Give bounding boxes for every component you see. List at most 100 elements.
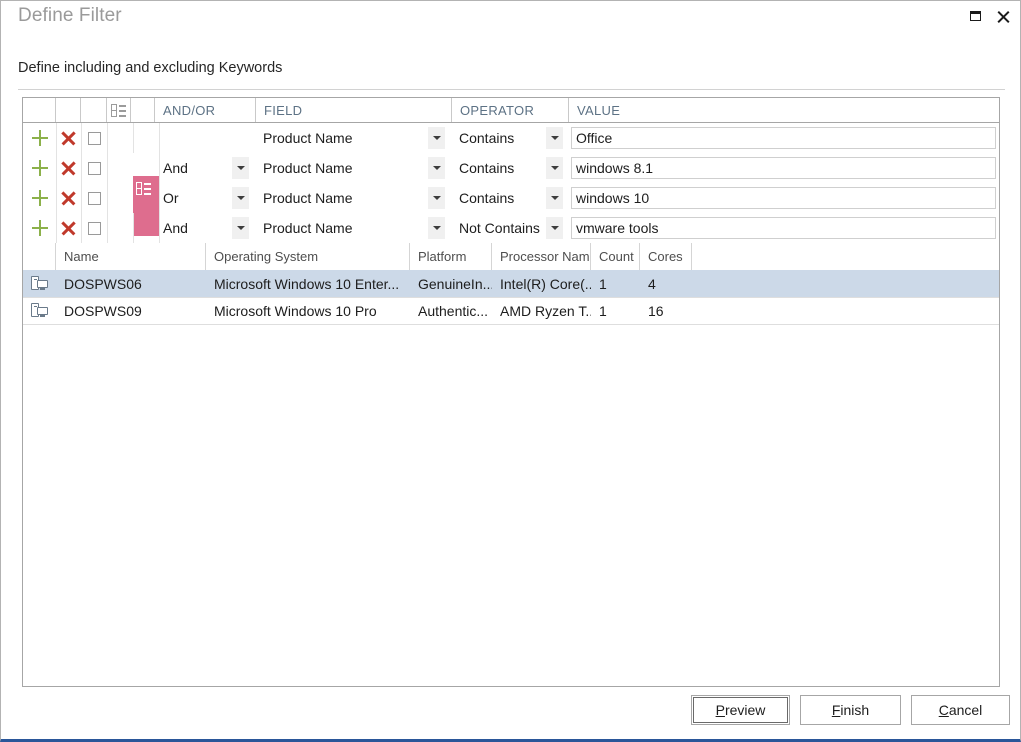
chevron-down-icon[interactable] [232,157,249,179]
table-row[interactable]: DOSPWS06 Microsoft Windows 10 Enter... G… [23,270,999,298]
remove-icon[interactable] [61,221,76,236]
finish-button[interactable]: Finish [800,695,901,725]
operator-dropdown[interactable]: Contains [455,127,563,149]
filter-header-add [23,98,56,122]
maximize-button[interactable] [960,1,990,31]
maximize-icon [969,11,981,21]
chevron-down-icon[interactable] [428,157,445,179]
row-checkbox[interactable] [87,191,101,205]
chevron-down-icon[interactable] [546,217,563,239]
filter-remove-cell[interactable] [56,123,81,153]
cell-count: 1 [599,275,607,292]
filter-add-cell[interactable] [23,213,56,243]
close-icon [997,10,1010,23]
filter-header-check [81,98,107,122]
field-value: Product Name [263,220,353,236]
add-icon[interactable] [31,130,48,146]
cell-operating-system: Microsoft Windows 10 Pro [214,302,377,319]
filter-row: Or Product Name Contains windows 10 [23,183,999,213]
operator-dropdown[interactable]: Contains [455,157,563,179]
chevron-down-icon[interactable] [428,127,445,149]
field-dropdown[interactable]: Product Name [259,187,445,209]
add-icon[interactable] [31,190,48,206]
window-title: Define Filter [18,5,122,26]
chevron-down-icon[interactable] [546,157,563,179]
operator-value: Not Contains [459,220,540,236]
cell-platform: Authentic... [418,302,489,319]
field-dropdown[interactable]: Product Name [259,127,445,149]
cancel-label: ancel [948,702,983,718]
filter-check-cell[interactable] [81,183,107,213]
cell-operating-system: Microsoft Windows 10 Enter... [214,275,400,292]
results-grid-header: Name Operating System Platform Processor… [23,243,999,271]
field-dropdown[interactable]: Product Name [259,217,445,239]
filter-grid-header: AND/OR FIELD OPERATOR VALUE [23,98,999,123]
filter-remove-cell[interactable] [56,153,81,183]
cell-platform: GenuineIn... [418,275,492,292]
filter-check-cell[interactable] [81,153,107,183]
computer-icon [31,275,48,292]
chevron-down-icon[interactable] [428,187,445,209]
filter-row: And Product Name Contains windows 8.1 [23,153,999,183]
dialog-footer: Preview Finish Cancel [1,695,1020,735]
cell-count: 1 [599,302,607,319]
filter-add-cell[interactable] [23,183,56,213]
value-input[interactable]: vmware tools [571,217,996,239]
results-header-count[interactable]: Count [591,243,640,270]
andor-value: Or [163,190,179,206]
filter-header-operator: OPERATOR [452,98,569,122]
table-row[interactable]: DOSPWS09 Microsoft Windows 10 Pro Authen… [23,297,999,325]
filter-header-group[interactable] [107,98,131,122]
filter-check-cell[interactable] [81,123,107,153]
filter-remove-cell[interactable] [56,213,81,243]
andor-dropdown[interactable]: Or [159,187,249,209]
add-icon[interactable] [31,220,48,236]
close-button[interactable] [988,1,1018,31]
cell-processor-name: Intel(R) Core(... [500,275,591,292]
chevron-down-icon[interactable] [428,217,445,239]
andor-value: And [163,220,188,236]
row-checkbox[interactable] [87,131,101,145]
results-header-platform[interactable]: Platform [410,243,492,270]
define-filter-window: Define Filter Define including and exclu… [0,0,1021,742]
chevron-down-icon[interactable] [232,217,249,239]
results-header-name[interactable]: Name [56,243,206,270]
value-input[interactable]: Office [571,127,996,149]
chevron-down-icon[interactable] [232,187,249,209]
filter-add-cell[interactable] [23,153,56,183]
field-dropdown[interactable]: Product Name [259,157,445,179]
filter-remove-cell[interactable] [56,183,81,213]
operator-value: Contains [459,130,515,146]
filter-row: Product Name Contains Office [23,123,999,153]
filter-check-cell[interactable] [81,213,107,243]
remove-icon[interactable] [61,131,76,146]
field-value: Product Name [263,130,353,146]
value-input[interactable]: windows 8.1 [571,157,996,179]
cell-processor-name: AMD Ryzen T... [500,302,591,319]
title-bar: Define Filter [1,1,1020,35]
cancel-button[interactable]: Cancel [911,695,1010,725]
cell-cores: 4 [648,275,656,292]
results-header-os[interactable]: Operating System [206,243,410,270]
results-header-cores[interactable]: Cores [640,243,692,270]
preview-button[interactable]: Preview [691,695,790,725]
andor-dropdown[interactable]: And [159,157,249,179]
remove-icon[interactable] [61,191,76,206]
results-header-processor[interactable]: Processor Name [492,243,591,270]
operator-value: Contains [459,190,515,206]
row-checkbox[interactable] [87,221,101,235]
finish-label: inish [840,702,870,718]
field-value: Product Name [263,190,353,206]
andor-dropdown[interactable]: And [159,217,249,239]
chevron-down-icon[interactable] [546,187,563,209]
remove-icon[interactable] [61,161,76,176]
group-list-icon [111,103,126,117]
results-header-icon [23,243,56,270]
add-icon[interactable] [31,160,48,176]
chevron-down-icon[interactable] [546,127,563,149]
operator-dropdown[interactable]: Contains [455,187,563,209]
value-input[interactable]: windows 10 [571,187,996,209]
filter-add-cell[interactable] [23,123,56,153]
row-checkbox[interactable] [87,161,101,175]
operator-dropdown[interactable]: Not Contains [455,217,563,239]
